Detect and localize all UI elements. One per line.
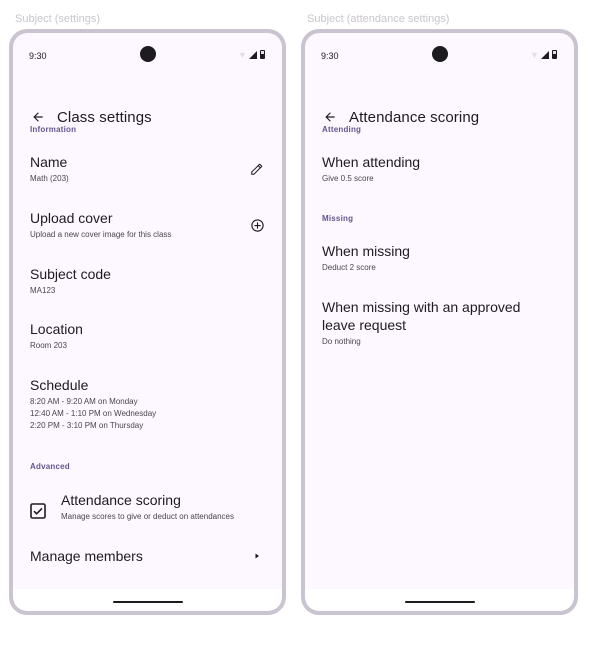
setting-upload-cover[interactable]: Upload cover Upload a new cover image fo… bbox=[30, 209, 266, 241]
setting-when-attending[interactable]: When attending Give 0.5 score bbox=[322, 153, 558, 185]
setting-schedule[interactable]: Schedule 8:20 AM - 9:20 AM on Monday 12:… bbox=[30, 376, 266, 432]
camera-cutout bbox=[431, 46, 448, 62]
schedule-line: 12:40 AM - 1:10 PM on Wednesday bbox=[30, 409, 157, 418]
setting-attendance-scoring[interactable]: Attendance scoring Manage scores to give… bbox=[30, 491, 266, 523]
status-bar: 9:30 ▼ bbox=[13, 33, 282, 77]
page-title: Class settings bbox=[57, 108, 152, 126]
setting-subject-code[interactable]: Subject code MA123 bbox=[30, 265, 266, 297]
frame-label-settings: Subject (settings) bbox=[15, 13, 100, 25]
battery-icon bbox=[260, 50, 265, 59]
chevron-right-icon bbox=[248, 547, 266, 565]
setting-attendance-scoring-description: Manage scores to give or deduct on atten… bbox=[61, 512, 234, 521]
setting-manage-members-label: Manage members bbox=[30, 548, 143, 564]
status-bar: 9:30 ▼ bbox=[305, 33, 574, 77]
pencil-icon[interactable] bbox=[248, 160, 266, 178]
setting-subject-code-value: MA123 bbox=[30, 286, 56, 295]
phone-frame-settings: 9:30 ▼ Class settings Information Name M… bbox=[9, 29, 286, 615]
setting-attendance-scoring-label: Attendance scoring bbox=[61, 492, 181, 508]
section-header-missing: Missing bbox=[322, 214, 354, 223]
setting-name[interactable]: Name Math (203) bbox=[30, 153, 266, 185]
camera-cutout bbox=[139, 46, 156, 62]
setting-when-attending-label: When attending bbox=[322, 154, 421, 170]
navigation-bar bbox=[13, 589, 282, 611]
section-header-attending: Attending bbox=[322, 125, 362, 134]
setting-when-missing-leave-value: Do nothing bbox=[322, 337, 361, 346]
gesture-handle[interactable] bbox=[404, 601, 475, 603]
setting-when-missing-leave[interactable]: When missing with an approved leave requ… bbox=[322, 298, 544, 348]
setting-when-missing-label: When missing bbox=[322, 243, 410, 259]
signal-icon bbox=[249, 51, 257, 59]
status-time: 9:30 bbox=[29, 51, 47, 61]
setting-when-missing-value: Deduct 2 score bbox=[322, 263, 376, 272]
setting-name-label: Name bbox=[30, 154, 68, 170]
signal-icon bbox=[541, 51, 549, 59]
phone-frame-attendance: 9:30 ▼ Attendance scoring Attending When… bbox=[301, 29, 578, 615]
status-time: 9:30 bbox=[321, 51, 339, 61]
screen-attendance: 9:30 ▼ Attendance scoring Attending When… bbox=[305, 33, 574, 611]
setting-upload-cover-label: Upload cover bbox=[30, 210, 113, 226]
battery-icon bbox=[552, 50, 557, 59]
page-title: Attendance scoring bbox=[349, 108, 480, 126]
add-circle-icon[interactable] bbox=[248, 216, 266, 234]
schedule-line: 8:20 AM - 9:20 AM on Monday bbox=[30, 397, 138, 406]
gesture-handle[interactable] bbox=[112, 601, 183, 603]
setting-when-attending-value: Give 0.5 score bbox=[322, 174, 374, 183]
back-arrow-icon[interactable] bbox=[29, 108, 47, 126]
setting-when-missing[interactable]: When missing Deduct 2 score bbox=[322, 242, 558, 274]
setting-upload-cover-description: Upload a new cover image for this class bbox=[30, 230, 172, 239]
screen-settings: 9:30 ▼ Class settings Information Name M… bbox=[13, 33, 282, 611]
section-header-advanced: Advanced bbox=[30, 462, 70, 471]
setting-when-missing-leave-label: When missing with an approved leave requ… bbox=[322, 299, 521, 333]
setting-schedule-label: Schedule bbox=[30, 377, 89, 393]
navigation-bar bbox=[305, 589, 574, 611]
setting-subject-code-label: Subject code bbox=[30, 266, 111, 282]
setting-manage-members[interactable]: Manage members bbox=[30, 547, 266, 565]
checkbox[interactable] bbox=[30, 503, 48, 521]
section-header-information: Information bbox=[30, 125, 77, 134]
setting-location-label: Location bbox=[30, 321, 83, 337]
back-arrow-icon[interactable] bbox=[321, 108, 339, 126]
system-icons: ▼ bbox=[530, 50, 562, 60]
frame-label-attendance: Subject (attendance settings) bbox=[307, 13, 450, 25]
wifi-icon: ▼ bbox=[238, 50, 247, 60]
system-icons: ▼ bbox=[238, 50, 270, 60]
wifi-icon: ▼ bbox=[530, 50, 539, 60]
schedule-line: 2:20 PM - 3:10 PM on Thursday bbox=[30, 421, 144, 430]
setting-location-value: Room 203 bbox=[30, 341, 67, 350]
setting-name-value: Math (203) bbox=[30, 174, 69, 183]
setting-location[interactable]: Location Room 203 bbox=[30, 320, 266, 352]
